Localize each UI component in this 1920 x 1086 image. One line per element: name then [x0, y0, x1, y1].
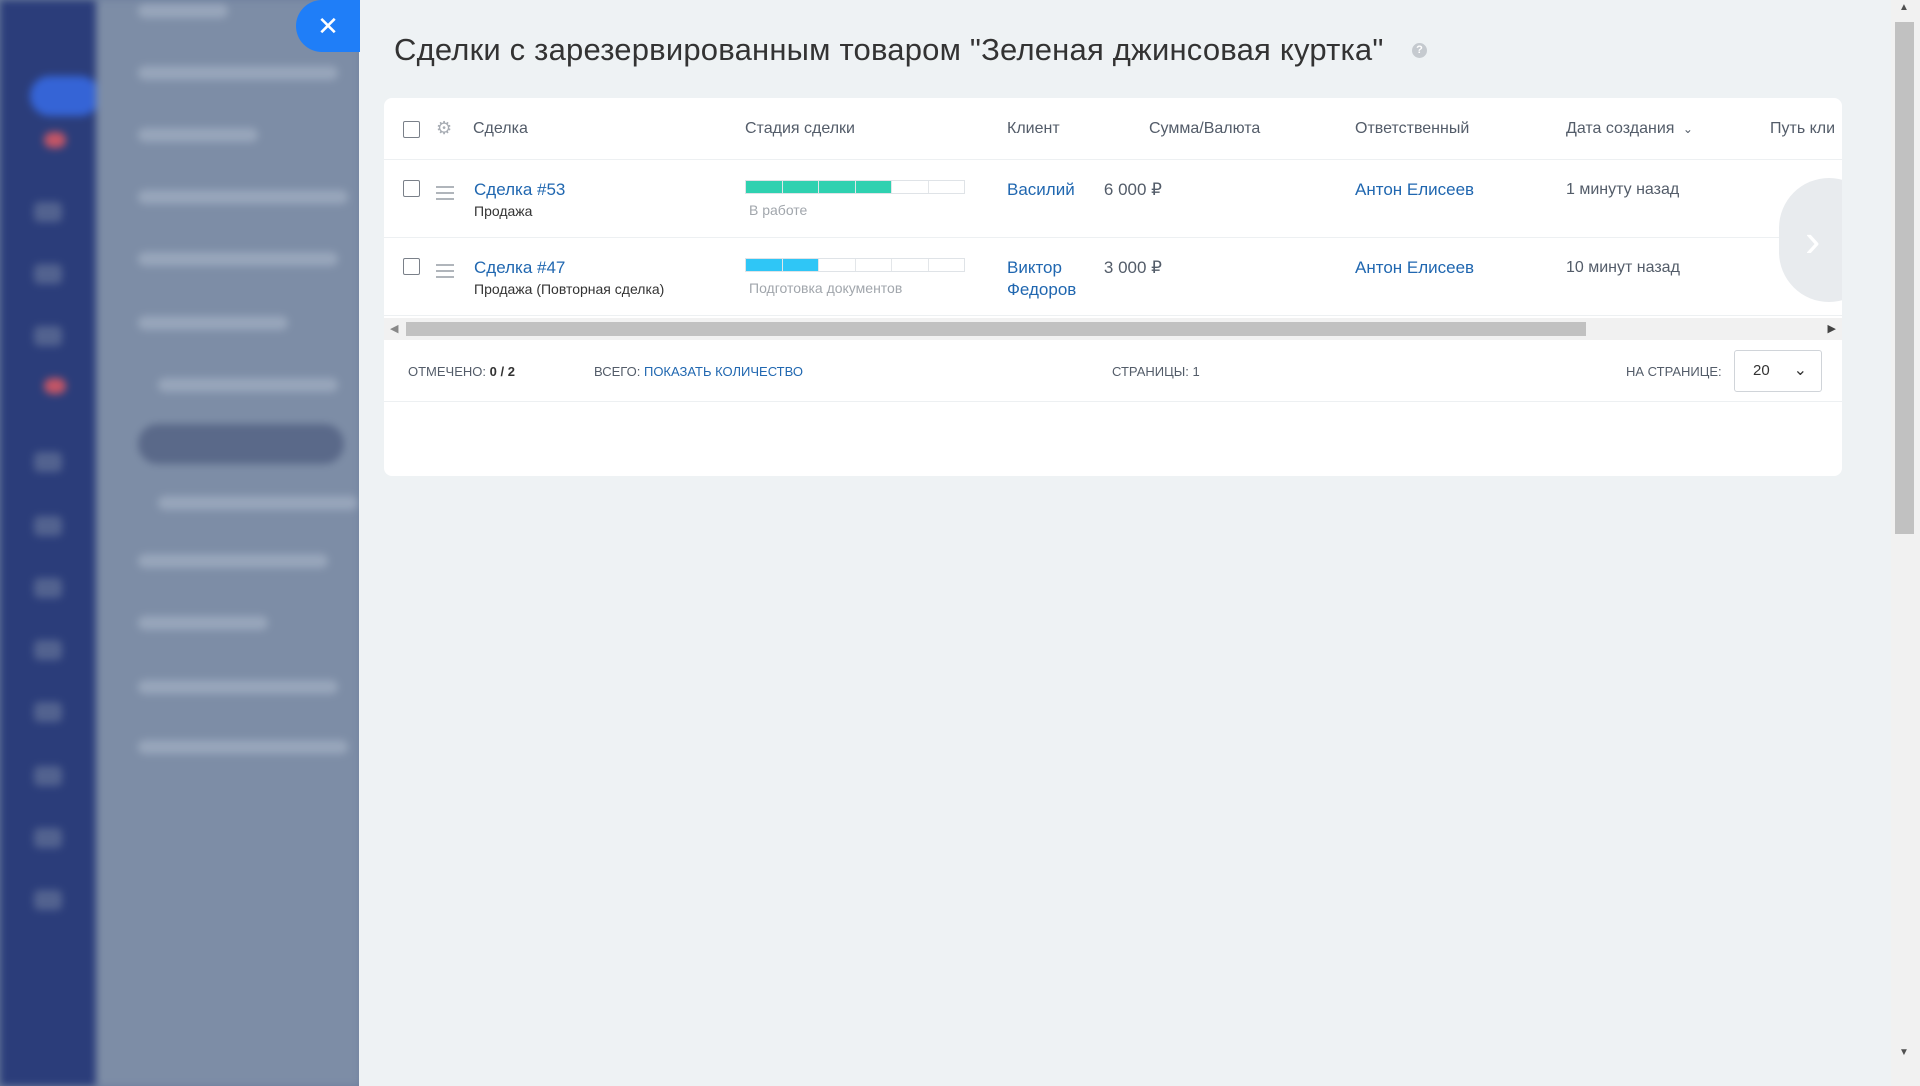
total-count-label: ВСЕГО:: [594, 364, 641, 379]
stage-progress-bar[interactable]: [745, 180, 965, 194]
column-header-responsible[interactable]: Ответственный: [1355, 120, 1469, 138]
show-count-link[interactable]: ПОКАЗАТЬ КОЛИЧЕСТВО: [644, 364, 803, 379]
horizontal-scrollbar[interactable]: ◀ ▶: [384, 318, 1842, 340]
horizontal-scroll-thumb[interactable]: [406, 322, 1586, 336]
deal-amount: 6 000 ₽: [1103, 180, 1162, 199]
background-left-rail: [0, 0, 100, 1086]
column-header-stage[interactable]: Стадия сделки: [745, 120, 855, 138]
column-header-deal[interactable]: Сделка: [473, 120, 528, 138]
deal-category: Продажа: [474, 203, 533, 219]
row-checkbox[interactable]: [403, 258, 420, 275]
deals-grid-card: ⚙ Сделка Стадия сделки Клиент Сумма/Валю…: [384, 98, 1842, 476]
select-all-checkbox[interactable]: [403, 121, 420, 138]
table-row: Сделка #47 Продажа (Повторная сделка) По…: [384, 238, 1842, 316]
stage-label: Подготовка документов: [749, 280, 903, 296]
selected-count: ОТМЕЧЕНО: 0 / 2: [408, 364, 515, 379]
column-header-customer-path[interactable]: Путь кли: [1770, 120, 1835, 138]
stage-progress-bar[interactable]: [745, 258, 965, 272]
grid-header: ⚙ Сделка Стадия сделки Клиент Сумма/Валю…: [384, 98, 1842, 160]
close-icon: ✕: [317, 10, 339, 41]
drag-handle-icon[interactable]: [436, 186, 454, 204]
deal-amount: 3 000 ₽: [1103, 258, 1162, 277]
drag-handle-icon[interactable]: [436, 264, 454, 282]
per-page-label: НА СТРАНИЦЕ:: [1626, 364, 1722, 379]
total-count: ВСЕГО: ПОКАЗАТЬ КОЛИЧЕСТВО: [594, 364, 803, 379]
deal-link[interactable]: Сделка #53: [474, 180, 565, 200]
selected-count-value: 0 / 2: [489, 364, 515, 379]
grid-footer: ОТМЕЧЕНО: 0 / 2 ВСЕГО: ПОКАЗАТЬ КОЛИЧЕСТ…: [384, 340, 1842, 402]
column-header-created-label: Дата создания: [1566, 120, 1675, 137]
scroll-left-arrow-icon[interactable]: ◀: [390, 322, 398, 335]
per-page-value: 20: [1753, 362, 1770, 379]
pages-value: 1: [1192, 364, 1200, 379]
row-checkbox[interactable]: [403, 180, 420, 197]
scroll-down-arrow-icon[interactable]: ▼: [1899, 1047, 1909, 1058]
chevron-right-icon: ›: [1805, 214, 1821, 266]
column-header-amount[interactable]: Сумма/Валюта: [1149, 120, 1260, 138]
client-link-second-line[interactable]: Федоров: [1007, 280, 1076, 300]
close-slider-button[interactable]: ✕: [296, 0, 360, 52]
responsible-link[interactable]: Антон Елисеев: [1355, 180, 1474, 200]
deal-link[interactable]: Сделка #47: [474, 258, 664, 278]
column-header-created[interactable]: Дата создания ⌄: [1566, 120, 1693, 138]
window-vertical-scrollbar[interactable]: ▲ ▼: [1891, 0, 1920, 1086]
help-icon[interactable]: ?: [1412, 43, 1427, 58]
chevron-down-icon: ⌄: [1793, 362, 1807, 379]
background-menu: [96, 0, 360, 1086]
column-header-client[interactable]: Клиент: [1007, 120, 1060, 138]
table-row: Сделка #53 Продажа В работе Василий 6 00…: [384, 160, 1842, 238]
page-title: Сделки с зарезервированным товаром "Зеле…: [394, 32, 1384, 67]
responsible-link[interactable]: Антон Елисеев: [1355, 258, 1474, 278]
background-app: [0, 0, 360, 1086]
scroll-up-arrow-icon[interactable]: ▲: [1899, 2, 1909, 13]
deal-category: Продажа (Повторная сделка): [474, 281, 665, 297]
created-date: 1 минуту назад: [1566, 181, 1680, 198]
sort-chevron-down-icon: ⌄: [1682, 122, 1693, 136]
vertical-scroll-thumb[interactable]: [1895, 22, 1914, 534]
per-page-select[interactable]: 20 ⌄: [1734, 350, 1822, 392]
gear-icon[interactable]: ⚙: [436, 118, 452, 139]
pages-label: СТРАНИЦЫ:: [1112, 364, 1189, 379]
created-date: 10 минут назад: [1566, 259, 1680, 276]
selected-count-label: ОТМЕЧЕНО:: [408, 364, 486, 379]
pages-info: СТРАНИЦЫ: 1: [1112, 364, 1200, 379]
scroll-right-arrow-icon[interactable]: ▶: [1828, 322, 1836, 335]
slider-panel: Сделки с зарезервированным товаром "Зеле…: [359, 0, 1920, 1086]
stage-label: В работе: [749, 202, 808, 218]
